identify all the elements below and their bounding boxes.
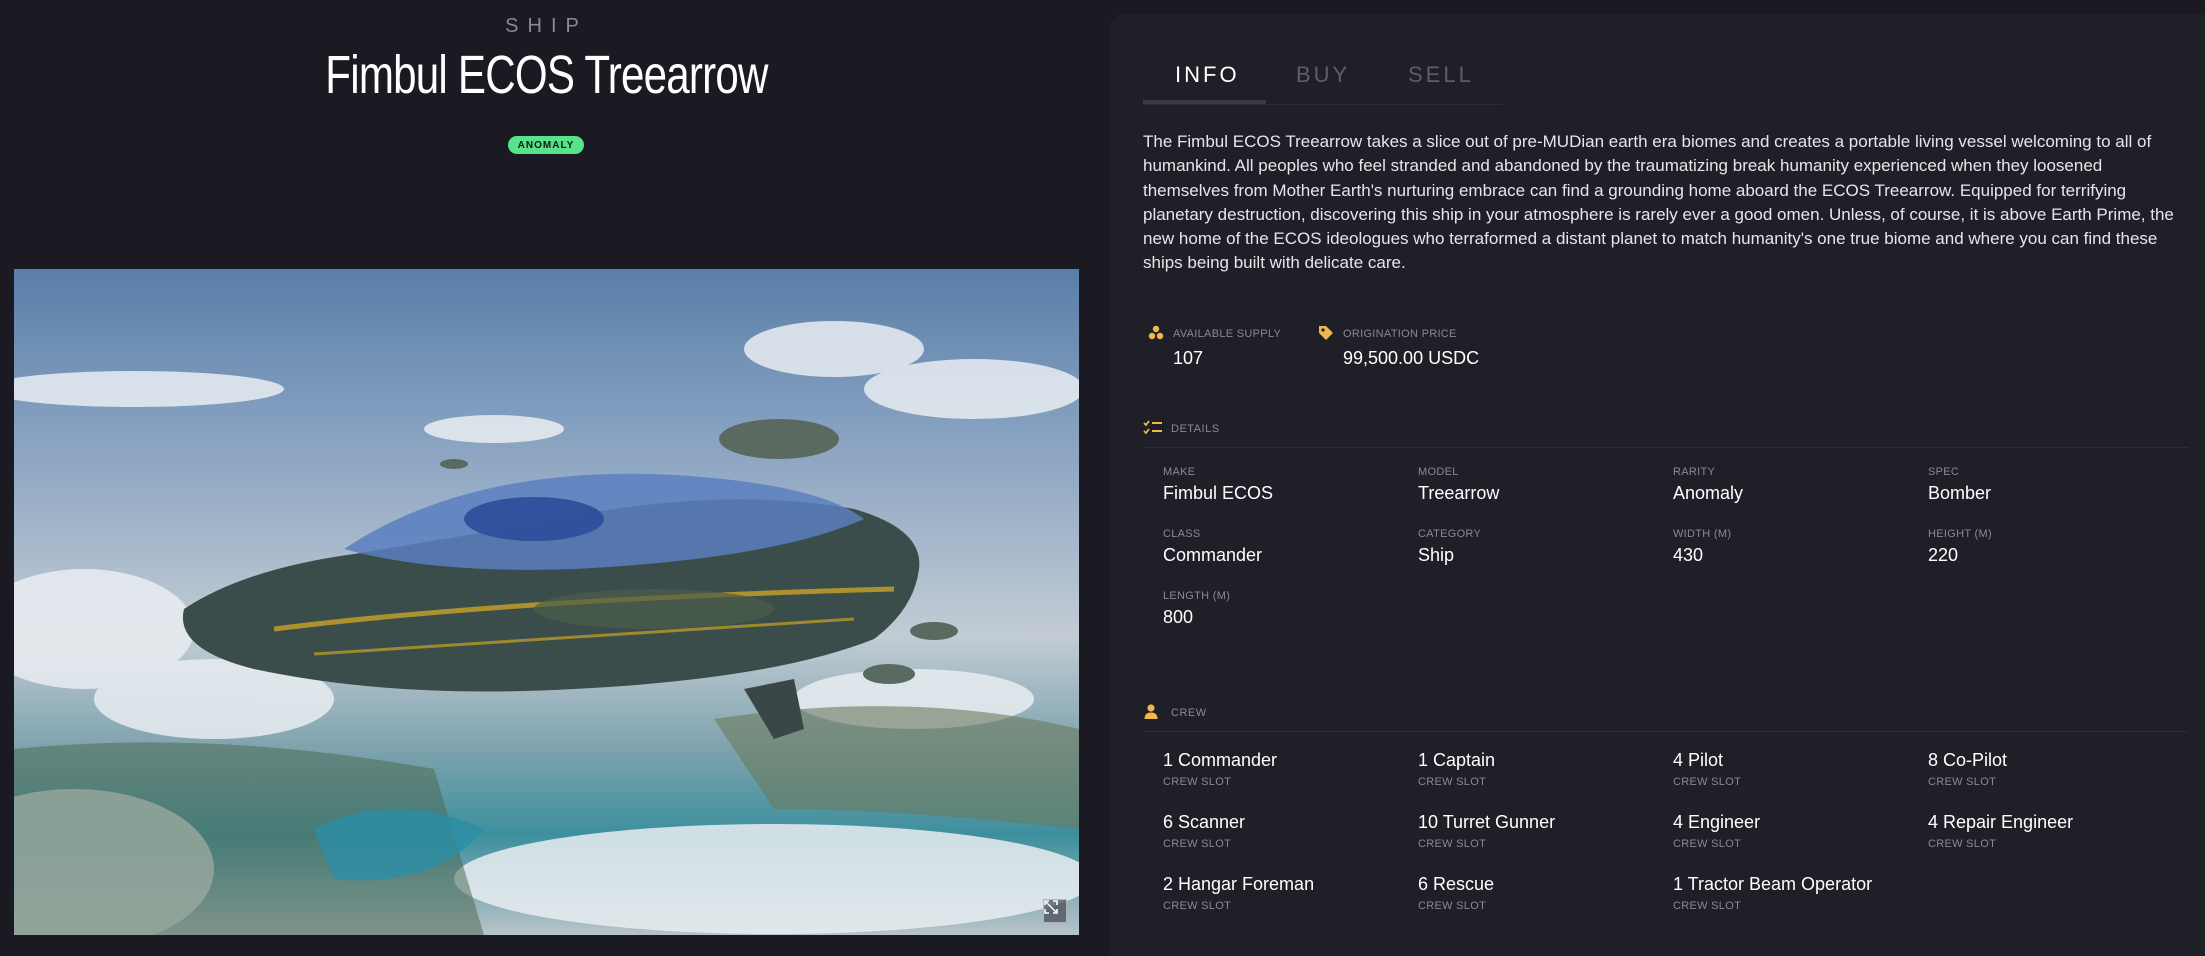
crew-role: 1 Tractor Beam Operator	[1673, 874, 1873, 894]
tab-bar: INFO BUY SELL	[1143, 44, 1503, 105]
detail-label: HEIGHT (M)	[1928, 528, 1992, 540]
crew-role: 2 Hangar Foreman	[1163, 874, 1315, 894]
detail-value: Bomber	[1928, 483, 1992, 503]
crew-slot: 4 Repair Engineer CREW SLOT	[1928, 812, 2178, 850]
crew-slot-label: CREW SLOT	[1673, 838, 1742, 850]
crew-slot: 10 Turret Gunner CREW SLOT	[1418, 812, 1668, 850]
detail-spec: SPEC Bomber	[1928, 466, 2178, 504]
person-icon	[1144, 704, 1158, 719]
info-panel: INFO BUY SELL The Fimbul ECOS Treearrow …	[1110, 14, 2205, 956]
details-heading: DETAILS	[1171, 423, 1220, 435]
detail-value: 220	[1928, 545, 1959, 565]
crew-role: 4 Repair Engineer	[1928, 812, 2074, 832]
detail-label: RARITY	[1673, 466, 1716, 478]
price-label: ORIGINATION PRICE	[1343, 328, 1457, 340]
crew-slot: 8 Co-Pilot CREW SLOT	[1928, 750, 2178, 788]
crew-slot-label: CREW SLOT	[1163, 776, 1232, 788]
checklist-icon	[1143, 420, 1162, 435]
crew-slot-label: CREW SLOT	[1928, 838, 1997, 850]
crew-slot-label: CREW SLOT	[1163, 838, 1232, 850]
expand-icon	[1044, 900, 1058, 914]
crew-slot: 4 Engineer CREW SLOT	[1673, 812, 1923, 850]
crew-slot-label: CREW SLOT	[1418, 838, 1487, 850]
detail-label: MAKE	[1163, 466, 1196, 478]
detail-label: CATEGORY	[1418, 528, 1482, 540]
crew-slot-label: CREW SLOT	[1673, 900, 1742, 912]
crew-header: CREW	[1143, 703, 2188, 732]
details-header: DETAILS	[1143, 419, 2188, 448]
expand-image-button[interactable]	[1043, 899, 1067, 923]
detail-value: 800	[1163, 607, 1194, 627]
crew-role: 1 Commander	[1163, 750, 1278, 770]
crew-slot-label: CREW SLOT	[1418, 776, 1487, 788]
crew-slot: 4 Pilot CREW SLOT	[1673, 750, 1923, 788]
detail-value: Anomaly	[1673, 483, 1744, 503]
crew-role: 8 Co-Pilot	[1928, 750, 2008, 770]
tab-buy[interactable]: BUY	[1296, 62, 1350, 88]
detail-make: MAKE Fimbul ECOS	[1163, 466, 1413, 504]
ship-showcase: SHIP Fimbul ECOS Treearrow ANOMALY	[0, 0, 1093, 956]
price-value: 99,500.00 USDC	[1343, 348, 1480, 368]
detail-class: CLASS Commander	[1163, 528, 1413, 566]
detail-height: HEIGHT (M) 220	[1928, 528, 2178, 566]
detail-length: LENGTH (M) 800	[1163, 590, 1413, 628]
detail-value: 430	[1673, 545, 1704, 565]
detail-model: MODEL Treearrow	[1418, 466, 1668, 504]
crew-role: 10 Turret Gunner	[1418, 812, 1556, 832]
crew-slot: 6 Rescue CREW SLOT	[1418, 874, 1668, 912]
detail-category: CATEGORY Ship	[1418, 528, 1668, 566]
crew-heading: CREW	[1171, 707, 1207, 719]
detail-rarity: RARITY Anomaly	[1673, 466, 1923, 504]
crew-slot: 1 Captain CREW SLOT	[1418, 750, 1668, 788]
price-tag-icon	[1319, 326, 1333, 340]
detail-label: LENGTH (M)	[1163, 590, 1231, 602]
detail-value: Commander	[1163, 545, 1263, 565]
detail-value: Ship	[1418, 545, 1455, 565]
crew-slot-label: CREW SLOT	[1418, 900, 1487, 912]
crew-role: 6 Rescue	[1418, 874, 1495, 894]
tab-info[interactable]: INFO	[1175, 62, 1240, 88]
crew-slot-label: CREW SLOT	[1163, 900, 1232, 912]
crew-slot: 2 Hangar Foreman CREW SLOT	[1163, 874, 1413, 912]
detail-label: MODEL	[1418, 466, 1459, 478]
detail-value: Treearrow	[1418, 483, 1500, 503]
rarity-badge: ANOMALY	[508, 136, 584, 154]
detail-label: CLASS	[1163, 528, 1201, 540]
tab-sell[interactable]: SELL	[1408, 62, 1474, 88]
supply-value: 107	[1173, 348, 1204, 368]
crew-slot-label: CREW SLOT	[1928, 776, 1997, 788]
detail-label: WIDTH (M)	[1673, 528, 1732, 540]
detail-width: WIDTH (M) 430	[1673, 528, 1923, 566]
crew-slot: 1 Tractor Beam Operator CREW SLOT	[1673, 874, 1923, 912]
coins-stack-icon	[1148, 325, 1164, 340]
active-tab-indicator	[1143, 100, 1266, 104]
page-title: Fimbul ECOS Treearrow	[325, 45, 768, 105]
crew-role: 6 Scanner	[1163, 812, 1246, 832]
crew-role: 4 Pilot	[1673, 750, 1724, 770]
crew-slot: 1 Commander CREW SLOT	[1163, 750, 1413, 788]
ship-image[interactable]	[14, 269, 1079, 935]
crew-role: 4 Engineer	[1673, 812, 1761, 832]
supply-label: AVAILABLE SUPPLY	[1173, 328, 1282, 340]
crew-slot: 6 Scanner CREW SLOT	[1163, 812, 1413, 850]
ship-description: The Fimbul ECOS Treearrow takes a slice …	[1143, 132, 2174, 273]
detail-label: SPEC	[1928, 466, 1960, 478]
crew-slot-label: CREW SLOT	[1673, 776, 1742, 788]
crew-role: 1 Captain	[1418, 750, 1496, 770]
ship-illustration	[14, 321, 1079, 935]
item-type-label: SHIP	[505, 15, 588, 37]
detail-value: Fimbul ECOS	[1163, 483, 1274, 503]
